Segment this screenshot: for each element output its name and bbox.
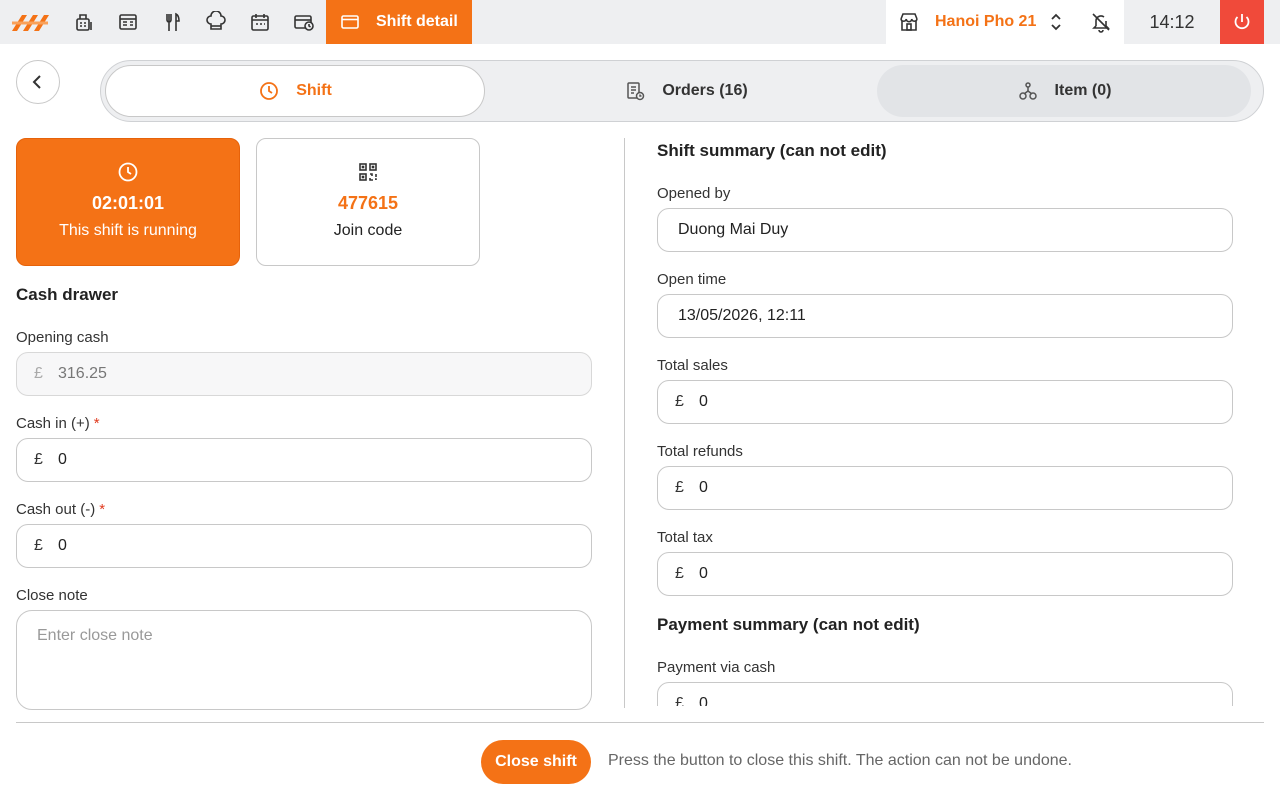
payment-cash-value: 0 [699,695,708,706]
shift-status-caption: This shift is running [59,222,197,239]
shift-duration: 02:01:01 [91,193,165,213]
store-name: Hanoi Pho 21 [935,13,1037,30]
tab-shift-label: Shift [296,82,332,99]
tab-item[interactable]: Item (0) [877,65,1251,117]
close-note-placeholder: Enter close note [37,627,153,644]
payment-cash-label: Payment via cash [657,659,776,676]
power-icon [1234,14,1250,30]
close-shift-button[interactable]: Close shift [481,740,591,784]
app-logo-icon[interactable] [10,11,52,33]
current-time: 14:12 [1149,11,1195,32]
register-icon[interactable] [73,11,95,33]
total-tax-value: 0 [699,565,708,582]
summary-panel[interactable]: Shift summary (can not edit) Opened by D… [640,130,1260,706]
currency-symbol: £ [675,695,684,706]
join-code-caption: Join code [333,222,403,239]
cash-out-label: Cash out (-) * [16,501,105,518]
back-button[interactable] [16,60,60,104]
detail-tabs: Shift Orders (16) Item (0) [100,60,1264,122]
close-note-label: Close note [16,587,88,604]
open-time-label: Open time [657,271,727,288]
cash-out-input[interactable]: £ 0 [16,524,592,568]
total-refunds-field: £ 0 [657,466,1233,510]
card-clock-icon[interactable] [293,11,315,33]
total-tax-field: £ 0 [657,552,1233,596]
currency-symbol: £ [34,451,43,468]
tab-item-label: Item (0) [1054,82,1112,99]
calendar-icon[interactable] [249,11,271,33]
total-tax-label: Total tax [657,529,713,546]
tab-orders-label: Orders (16) [662,82,748,99]
cash-in-input[interactable]: £ 0 [16,438,592,482]
close-note-input[interactable]: Enter close note [16,610,592,710]
top-bar: Shift detail Hanoi Pho 21 14:12 [0,0,1280,44]
column-divider [624,138,625,708]
cash-in-label-text: Cash in (+) [16,415,90,432]
opened-by-label: Opened by [657,185,731,202]
utensils-icon[interactable] [161,11,183,33]
join-code-card: 477615 Join code [256,138,480,266]
total-refunds-label: Total refunds [657,443,743,460]
clock-icon [118,162,138,182]
required-mark: * [93,415,100,432]
tab-shift[interactable]: Shift [105,65,485,117]
cash-drawer-title: Cash drawer [16,285,119,304]
total-sales-label: Total sales [657,357,728,374]
opened-by-field: Duong Mai Duy [657,208,1233,252]
opening-cash-value: 316.25 [58,365,107,382]
chef-hat-icon[interactable] [205,11,227,33]
opening-cash-label: Opening cash [16,329,109,346]
menu-board-icon[interactable] [117,11,139,33]
currency-symbol: £ [675,393,684,410]
footer-divider [16,722,1264,723]
shift-summary-title: Shift summary (can not edit) [657,141,887,160]
total-sales-field: £ 0 [657,380,1233,424]
cash-in-value: 0 [58,451,67,468]
qr-code-icon [359,163,377,181]
total-refunds-value: 0 [699,479,708,496]
currency-symbol: £ [34,365,43,382]
window-icon [340,12,360,32]
close-shift-hint: Press the button to close this shift. Th… [608,752,1072,769]
item-icon [1017,80,1039,102]
order-list-icon [624,80,646,102]
clock-icon [258,80,280,102]
join-code-value: 477615 [337,193,399,213]
open-time-field: 13/05/2026, 12:11 [657,294,1233,338]
tab-orders[interactable]: Orders (16) [501,65,871,117]
shift-running-card: 02:01:01 This shift is running [16,138,240,266]
total-sales-value: 0 [699,393,708,410]
power-button[interactable] [1220,0,1264,44]
bell-off-icon[interactable] [1090,11,1112,33]
active-tab-label: Shift detail [376,13,458,30]
cash-out-label-text: Cash out (-) [16,501,96,518]
required-mark: * [99,501,106,518]
currency-symbol: £ [675,565,684,582]
chevron-left-icon [32,75,41,89]
open-time-value: 13/05/2026, 12:11 [678,307,806,324]
opened-by-value: Duong Mai Duy [678,221,789,238]
payment-cash-field: £ 0 [657,682,1233,706]
store-selector[interactable]: Hanoi Pho 21 [886,0,1124,44]
currency-symbol: £ [34,537,43,554]
tab-shift-detail[interactable]: Shift detail [326,0,472,44]
currency-symbol: £ [675,479,684,496]
opening-cash-field: £ 316.25 [16,352,592,396]
cash-out-value: 0 [58,537,67,554]
store-icon [900,13,918,31]
cash-in-label: Cash in (+) * [16,415,100,432]
payment-summary-title: Payment summary (can not edit) [657,615,920,634]
chevron-up-down-icon[interactable] [1046,12,1066,32]
